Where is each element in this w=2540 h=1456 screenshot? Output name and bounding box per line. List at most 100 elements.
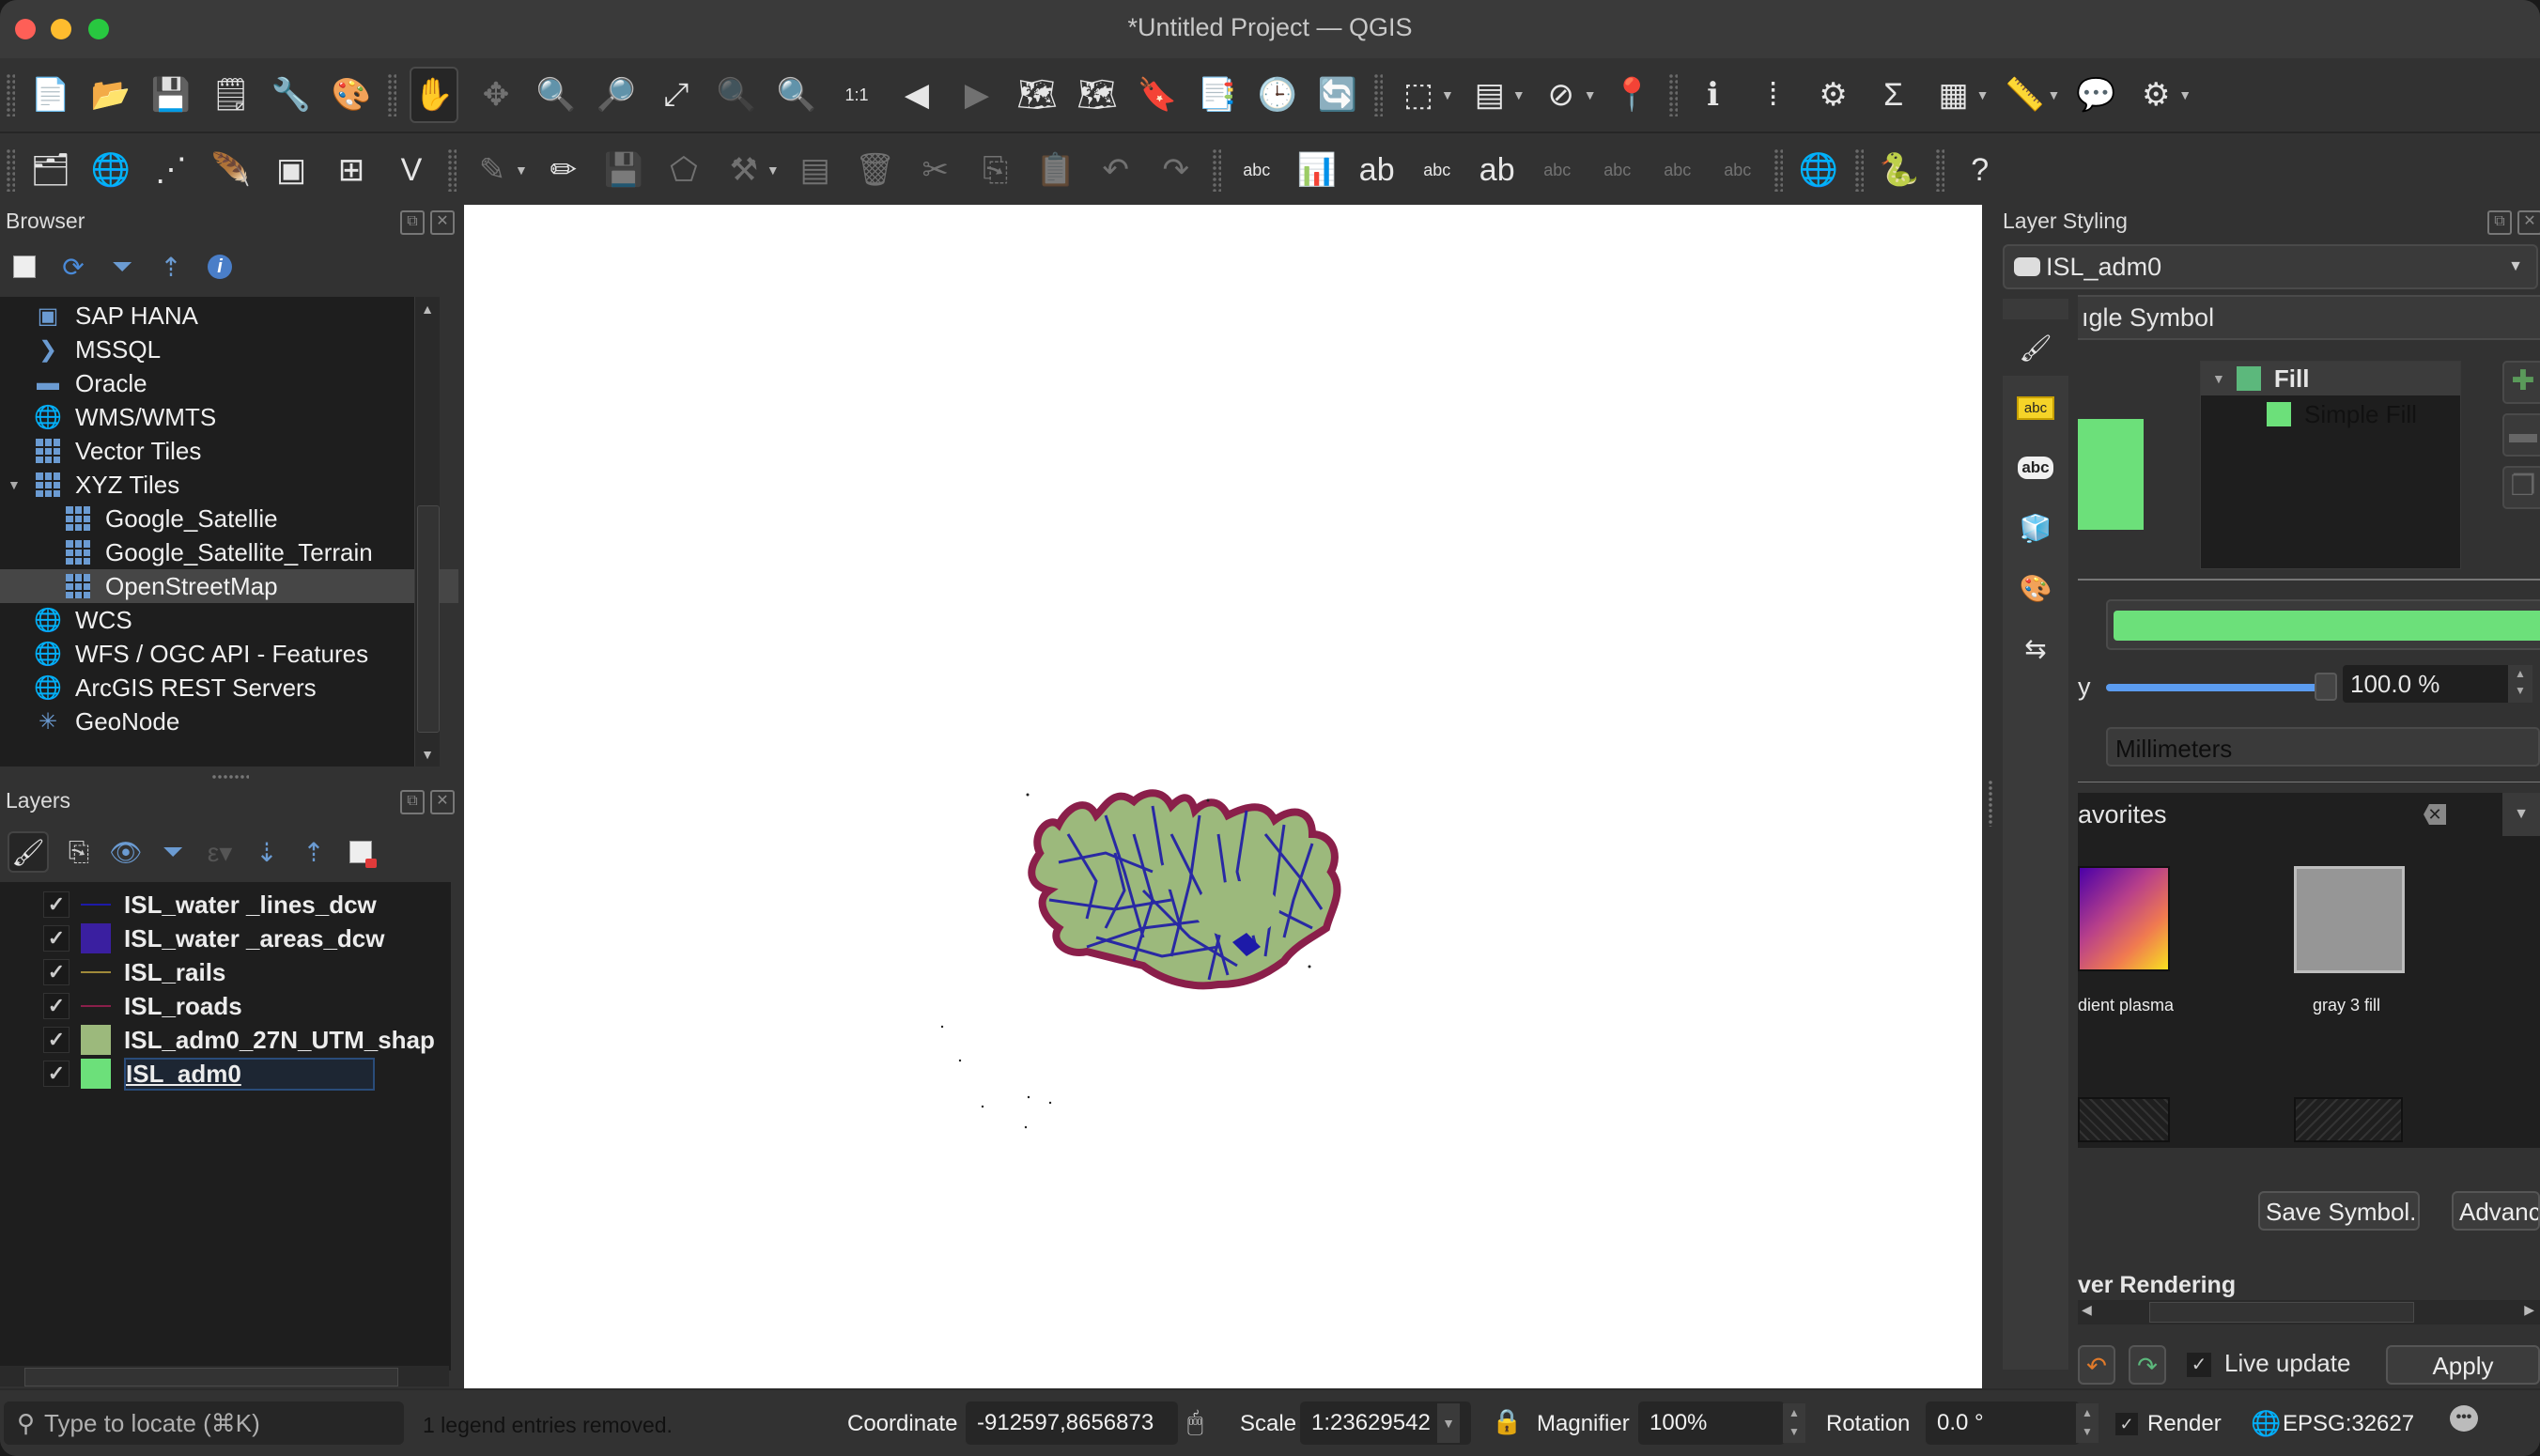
close-panel-icon[interactable]: ✕ <box>2517 210 2540 235</box>
zoom-out-icon[interactable]: 🔎 <box>594 69 639 121</box>
identify-features-icon[interactable]: ℹ <box>1691 69 1736 121</box>
layer-visibility-checkbox[interactable]: ✓ <box>43 959 70 985</box>
masks-tab-icon[interactable]: abc <box>2003 440 2068 496</box>
statistical-summary-icon[interactable]: Σ <box>1871 69 1916 121</box>
browser-item[interactable]: 🌐 WMS/WMTS <box>0 400 216 434</box>
toggle-editing-icon[interactable]: ✏ <box>541 144 586 196</box>
renderer-combo[interactable]: ıgle Symbol <box>2078 295 2540 340</box>
paste-features-icon[interactable]: 📋 <box>1033 144 1078 196</box>
temporal-controller-icon[interactable]: 🕒 <box>1255 69 1300 121</box>
favorite-symbol-hatch[interactable] <box>2078 1097 2170 1142</box>
run-feature-action-icon[interactable]: ⚙ <box>2133 69 2178 121</box>
layout-manager-icon[interactable]: 🔧 <box>269 69 314 121</box>
collapse-all-icon[interactable]: ⇡ <box>154 250 188 284</box>
opacity-input[interactable]: 100.0 % <box>2343 665 2516 703</box>
delete-selected-icon[interactable]: 🗑 <box>853 144 898 196</box>
pin-unpin-labels-icon[interactable]: ab <box>1475 144 1520 196</box>
new-print-layout-icon[interactable]: 🗒 <box>209 69 254 121</box>
opacity-slider[interactable] <box>2106 684 2322 691</box>
toolbar-handle[interactable] <box>1211 148 1221 192</box>
add-group-icon[interactable]: ⎘ <box>62 835 96 869</box>
float-panel-icon[interactable]: ⧉ <box>2487 210 2512 235</box>
data-source-manager-icon[interactable]: 🗂 <box>28 144 73 196</box>
zoom-to-layer-icon[interactable]: 🔍 <box>774 69 819 121</box>
layer-item[interactable]: ✓ ISL_adm0 <box>0 1057 451 1091</box>
close-panel-icon[interactable]: ✕ <box>430 790 455 814</box>
browser-item[interactable]: 🌐 ArcGIS REST Servers <box>0 671 317 705</box>
layer-visibility-checkbox[interactable]: ✓ <box>43 993 70 1019</box>
history-tab-icon[interactable]: ⇆ <box>2003 620 2068 676</box>
toolbar-handle[interactable] <box>1853 148 1864 192</box>
layer-diagram-options-icon[interactable]: 📊 <box>1294 144 1340 196</box>
scrollbar-thumb[interactable] <box>24 1368 398 1386</box>
zoom-full-icon[interactable]: ⤢ <box>654 69 699 121</box>
scroll-down-icon[interactable]: ▼ <box>417 744 438 765</box>
new-temporary-scratch-layer-icon[interactable]: 🪶 <box>209 144 254 196</box>
style-manager-icon[interactable]: 🎨 <box>329 69 374 121</box>
select-features-icon[interactable]: ⬚ <box>1396 69 1441 121</box>
favorite-symbol-hatch[interactable] <box>2294 1097 2403 1142</box>
browser-item[interactable]: ✳ GeoNode <box>0 705 179 738</box>
dropdown-arrow-icon[interactable]: ▼ <box>1976 87 1990 102</box>
crs-button[interactable]: EPSG:32627 <box>2283 1411 2414 1437</box>
open-project-icon[interactable]: 📂 <box>88 69 133 121</box>
float-panel-icon[interactable]: ⧉ <box>400 210 425 235</box>
change-label-icon[interactable]: abc <box>1715 144 1760 196</box>
new-mesh-layer-icon[interactable]: ⊞ <box>329 144 374 196</box>
measure-line-icon[interactable]: 📏 <box>2002 69 2047 121</box>
pan-to-selection-icon[interactable]: ✥ <box>473 69 519 121</box>
remove-layer-icon[interactable] <box>344 835 378 869</box>
layer-item[interactable]: ✓ ISL_water _areas_dcw <box>0 922 451 955</box>
labels-tab-icon[interactable]: abc <box>2003 379 2068 436</box>
toolbar-handle[interactable] <box>387 73 396 116</box>
advanced-button[interactable]: Advanc <box>2452 1191 2540 1231</box>
help-contents-icon[interactable]: ? <box>1958 144 2003 196</box>
mouse-coordinate-toggle-icon[interactable]: 🖱 <box>1187 1407 1203 1438</box>
open-attribute-table-icon[interactable]: ⁞ <box>1751 69 1796 121</box>
deselect-features-icon[interactable]: ⊘ <box>1539 69 1584 121</box>
rotation-field[interactable]: 0.0 ° <box>1926 1402 2080 1445</box>
panel-splitter[interactable] <box>211 774 249 780</box>
browser-item[interactable]: ▬ Oracle <box>0 366 147 400</box>
layer-item[interactable]: ✓ ISL_roads <box>0 989 451 1023</box>
show-hide-labels-icon[interactable]: abc <box>1535 144 1580 196</box>
rotate-label-icon[interactable]: abc <box>1655 144 1700 196</box>
new-spatial-bookmark-icon[interactable]: 🔖 <box>1135 69 1180 121</box>
layer-visibility-checkbox[interactable]: ✓ <box>43 1061 70 1087</box>
add-polygon-feature-icon[interactable]: ⬠ <box>661 144 706 196</box>
new-geopackage-layer-icon[interactable]: 🌐 <box>88 144 133 196</box>
undo-icon[interactable]: ↶ <box>1093 144 1138 196</box>
browser-scrollbar[interactable]: ▲ ▼ <box>414 297 440 767</box>
scale-dropdown-icon[interactable]: ▼ <box>1437 1403 1460 1443</box>
new-shapefile-layer-icon[interactable]: ⋰ <box>148 144 194 196</box>
layer-item[interactable]: ✓ ISL_adm0_27N_UTM_shap <box>0 1023 451 1057</box>
dropdown-arrow-icon[interactable]: ▼ <box>2047 87 2060 102</box>
new-gps-layer-icon[interactable]: V <box>389 144 434 196</box>
layers-hscrollbar[interactable] <box>0 1366 449 1386</box>
layer-visibility-checkbox[interactable]: ✓ <box>43 1027 70 1053</box>
layer-selector[interactable]: ISL_adm0 ▼ <box>2003 244 2538 289</box>
dropdown-arrow-icon[interactable]: ▼ <box>767 163 780 178</box>
visibility-icon[interactable]: 👁 <box>109 835 143 869</box>
dropdown-arrow-icon[interactable]: ▼ <box>2178 87 2192 102</box>
favorites-filter[interactable]: avorites ✕ ▼ <box>2078 793 2540 836</box>
symbol-tree-child[interactable]: Simple Fill <box>2267 397 2417 431</box>
browser-item[interactable]: OpenStreetMap <box>0 569 458 603</box>
lock-scale-icon[interactable]: 🔒 <box>1492 1407 1522 1436</box>
style-panel-icon[interactable]: 🖌 <box>8 831 49 873</box>
browser-item[interactable]: ❯ MSSQL <box>0 333 161 366</box>
rendering-tab-icon[interactable]: 🎨 <box>2003 560 2068 616</box>
toggle-label-display-icon[interactable]: abc <box>1415 144 1460 196</box>
map-tips-icon[interactable]: 💬 <box>2073 69 2118 121</box>
save-symbol-button[interactable]: Save Symbol... <box>2258 1191 2420 1231</box>
attribute-table-icon[interactable]: ▦ <box>1931 69 1976 121</box>
scrollbar-thumb[interactable] <box>417 505 440 733</box>
layer-visibility-checkbox[interactable]: ✓ <box>43 891 70 918</box>
zoom-in-icon[interactable]: 🔍 <box>534 69 579 121</box>
duplicate-symbol-layer-button[interactable]: ❐ <box>2502 466 2540 509</box>
python-console-icon[interactable]: 🐍 <box>1877 144 1922 196</box>
toolbar-handle[interactable] <box>1667 73 1678 116</box>
messages-icon[interactable]: ••• <box>2450 1405 2478 1432</box>
coordinate-field[interactable]: -912597,8656873 <box>966 1402 1178 1445</box>
magnifier-field[interactable]: 100% <box>1638 1402 1785 1445</box>
